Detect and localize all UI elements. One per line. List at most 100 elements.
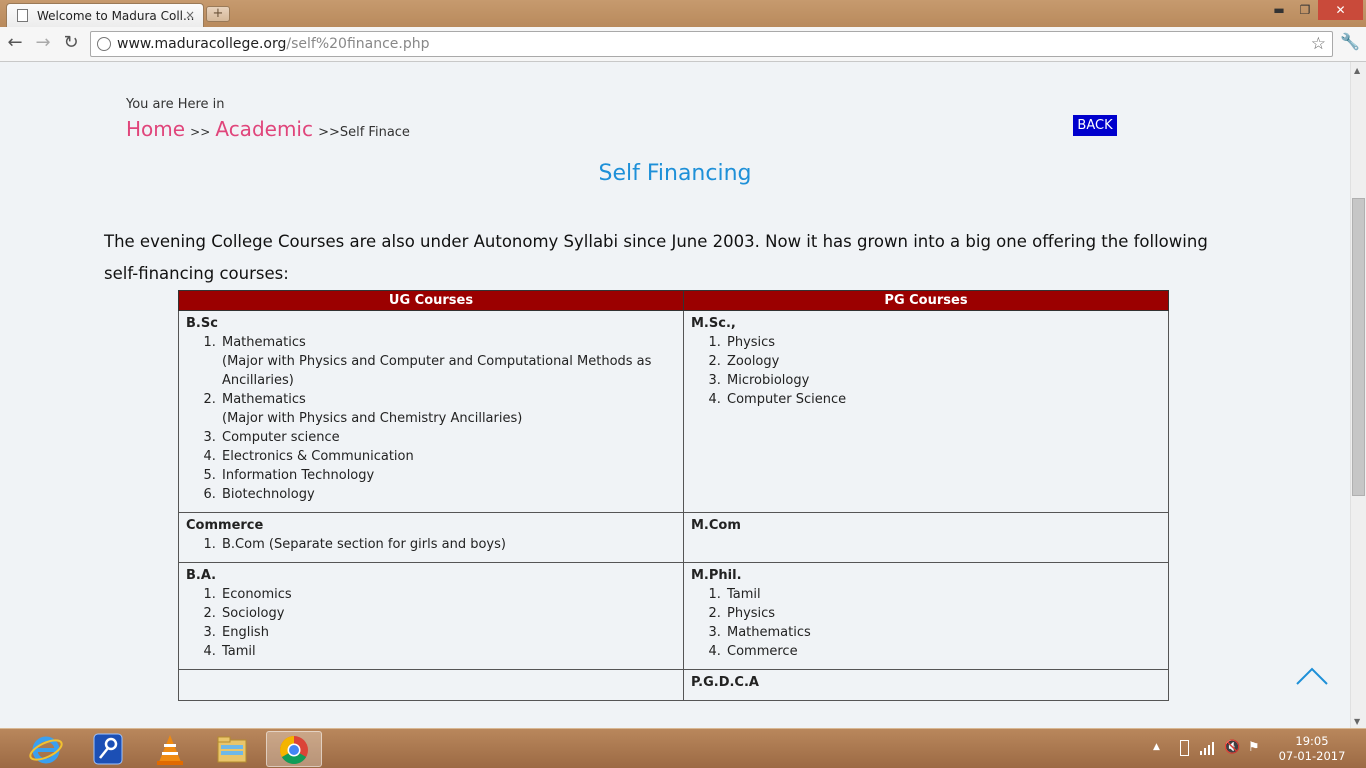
list-item: Mathematics (Major with Physics and Chemi…	[220, 390, 683, 428]
new-tab-button[interactable]: +	[206, 6, 230, 22]
scroll-down-arrow-icon[interactable]: ▼	[1354, 717, 1360, 726]
vlc-icon[interactable]	[142, 731, 198, 767]
course-list: Economics Sociology English Tamil	[220, 585, 683, 661]
course-name: Commerce	[727, 644, 798, 659]
vertical-scrollbar[interactable]: ▲ ▼	[1350, 62, 1366, 728]
scrollbar-thumb[interactable]	[1352, 198, 1365, 496]
list-item: Economics	[220, 585, 683, 604]
table-row: P.G.D.C.A	[178, 669, 1169, 701]
list-item: Tamil	[220, 642, 683, 661]
list-item: Mathematics	[725, 623, 1168, 642]
course-name: English	[222, 625, 269, 640]
list-item: Computer Science	[725, 390, 1168, 409]
url-path: /self%20finance.php	[286, 36, 430, 52]
list-item: Computer science	[220, 428, 683, 447]
breadcrumb-home-link[interactable]: Home	[126, 117, 185, 141]
breadcrumb: Home >> Academic >>Self Finace	[126, 117, 410, 141]
course-name: Tamil	[222, 644, 256, 659]
course-group-label: M.Sc.,	[691, 316, 736, 331]
forward-arrow-icon[interactable]: →	[32, 32, 54, 54]
intro-paragraph: The evening College Courses are also und…	[104, 232, 1208, 283]
internet-explorer-icon[interactable]	[18, 731, 74, 767]
list-item: Information Technology	[220, 466, 683, 485]
list-item: Physics	[725, 604, 1168, 623]
window-titlebar: Welcome to Madura Coll... × + ▬ ❐ ✕	[0, 0, 1366, 27]
clock-date: 07-01-2017	[1278, 749, 1346, 763]
pg-cell: M.Com	[683, 512, 1169, 563]
maximize-button[interactable]: ❐	[1292, 0, 1318, 20]
list-item: Tamil	[725, 585, 1168, 604]
pg-cell: P.G.D.C.A	[683, 669, 1169, 701]
back-arrow-icon[interactable]: ←	[4, 32, 26, 54]
course-group-label: B.A.	[186, 568, 217, 583]
course-name: Zoology	[727, 354, 780, 369]
courses-table: UG Courses PG Courses B.Sc Mathematics (Ma…	[178, 290, 1169, 701]
browser-tab[interactable]: Welcome to Madura Coll... ×	[6, 3, 204, 27]
back-button[interactable]: BACK	[1073, 115, 1117, 136]
table-header-pg: PG Courses	[683, 290, 1169, 311]
tab-close-icon[interactable]: ×	[185, 8, 195, 22]
battery-icon[interactable]	[1180, 740, 1189, 756]
course-name: Computer science	[222, 430, 340, 445]
ug-cell: Commerce B.Com (Separate section for girl…	[178, 512, 684, 563]
course-list: B.Com (Separate section for girls and bo…	[220, 535, 683, 554]
course-group-label: M.Com	[691, 518, 741, 533]
network-signal-icon[interactable]	[1200, 741, 1216, 768]
course-group-label: P.G.D.C.A	[691, 675, 759, 690]
address-bar[interactable]: www.maduracollege.org/self%20finance.php…	[90, 31, 1333, 57]
scroll-to-top-icon[interactable]	[1295, 665, 1329, 687]
pg-cell: M.Sc., Physics Zoology Microbiology Computer…	[683, 310, 1169, 513]
list-item: Physics	[725, 333, 1168, 352]
action-center-flag-icon[interactable]: ⚑	[1248, 740, 1260, 768]
course-name: Information Technology	[222, 468, 375, 483]
list-item: Commerce	[725, 642, 1168, 661]
course-note: (Major with Physics and Computer and Com…	[222, 354, 652, 388]
pg-cell: M.Phil. Tamil Physics Mathematics Commerce	[683, 562, 1169, 670]
page-title: Self Financing	[598, 161, 752, 186]
list-item: Biotechnology	[220, 485, 683, 504]
course-group-label: B.Sc	[186, 316, 218, 331]
close-window-button[interactable]: ✕	[1318, 0, 1363, 20]
folder-icon[interactable]	[204, 731, 260, 767]
volume-muted-icon[interactable]: 🔇	[1224, 740, 1240, 768]
table-row: B.A.EconomicsSociologyEnglishTamilM.Phil…	[178, 562, 1169, 670]
list-item: B.Com (Separate section for girls and bo…	[220, 535, 683, 554]
list-item: Microbiology	[725, 371, 1168, 390]
breadcrumb-separator: >>	[190, 125, 211, 139]
keys-icon[interactable]	[80, 731, 136, 767]
scroll-up-arrow-icon[interactable]: ▲	[1354, 66, 1360, 75]
page-icon	[17, 9, 28, 22]
table-row: B.Sc Mathematics (Major with Physics and C…	[178, 310, 1169, 513]
course-name: Mathematics	[222, 335, 306, 350]
course-list: Tamil Physics Mathematics Commerce	[725, 585, 1168, 661]
table-row: Commerce B.Com (Separate section for girl…	[178, 512, 1169, 563]
list-item: Mathematics (Major with Physics and Compu…	[220, 333, 683, 390]
reload-icon[interactable]: ↻	[60, 32, 82, 54]
chrome-icon[interactable]	[266, 731, 322, 767]
page-viewport: You are Here in Home >> Academic >>Self …	[0, 62, 1350, 728]
table-header-ug: UG Courses	[178, 290, 684, 311]
browser-toolbar: ← → ↻ www.maduracollege.org/self%20finan…	[0, 27, 1366, 62]
course-name: Electronics & Communication	[222, 449, 414, 464]
course-name: Computer Science	[727, 392, 847, 407]
wrench-icon[interactable]: 🔧	[1340, 32, 1360, 54]
list-item: Electronics & Communication	[220, 447, 683, 466]
ug-cell: B.Sc Mathematics (Major with Physics and C…	[178, 310, 684, 513]
tab-title: Welcome to Madura Coll...	[37, 9, 195, 23]
breadcrumb-academic-link[interactable]: Academic	[215, 117, 313, 141]
course-name: Physics	[727, 606, 776, 621]
course-list: Mathematics (Major with Physics and Compu…	[220, 333, 683, 504]
course-name: Economics	[222, 587, 292, 602]
list-item: Sociology	[220, 604, 683, 623]
show-hidden-icons-icon[interactable]: ▲	[1153, 742, 1160, 768]
taskbar-clock[interactable]: 19:05 07-01-2017	[1276, 734, 1348, 764]
course-name: Tamil	[727, 587, 761, 602]
course-name: Mathematics	[222, 392, 306, 407]
list-item: Zoology	[725, 352, 1168, 371]
list-item: English	[220, 623, 683, 642]
course-name: Microbiology	[727, 373, 810, 388]
bookmark-star-icon[interactable]: ☆	[1311, 32, 1326, 56]
minimize-button[interactable]: ▬	[1266, 0, 1292, 20]
course-note: (Major with Physics and Chemistry Ancill…	[222, 411, 523, 426]
windows-taskbar: ▲ 🔇 ⚑ 19:05 07-01-2017	[0, 728, 1366, 768]
